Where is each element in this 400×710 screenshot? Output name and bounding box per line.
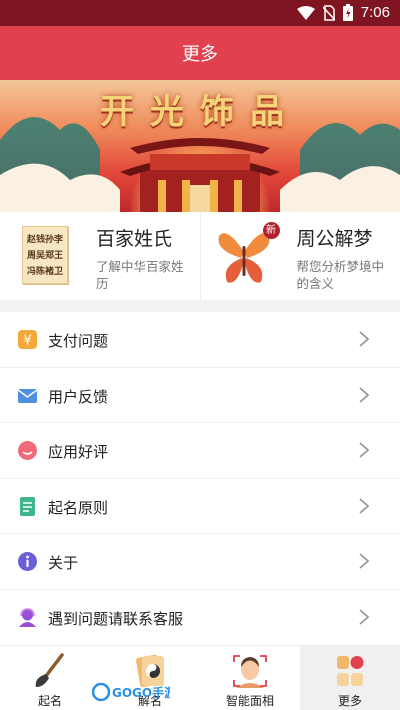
menu-label: 应用好评: [48, 443, 109, 461]
tab-naming[interactable]: 起名: [0, 646, 100, 710]
promo-banner[interactable]: 开光饰品: [0, 80, 400, 212]
card-subtitle: 了解中华百家姓历: [96, 259, 184, 291]
chevron-right-icon: [359, 553, 370, 569]
bottom-tab-bar: 起名 解名 智能面相 更多: [0, 645, 400, 710]
menu-item-feedback[interactable]: 用户反馈: [0, 368, 400, 423]
menu-label: 遇到问题请联系客服: [48, 609, 184, 628]
svg-text:¥: ¥: [23, 334, 31, 349]
chevron-right-icon: [359, 497, 370, 514]
customer-service-icon: [19, 607, 36, 627]
chevron-right-icon: [359, 331, 370, 347]
face-scan-icon: [233, 655, 267, 688]
surnames-card[interactable]: 赵钱孙李 周吴郑王 冯陈褚卫 百家姓氏 了解中华百家姓历: [0, 212, 200, 300]
clock: 7:06: [360, 4, 390, 21]
page-title: 更多: [182, 44, 218, 65]
no-sim-icon: [322, 4, 335, 21]
card-title: 百家姓氏: [96, 228, 173, 250]
menu-item-naming-principles[interactable]: 起名原则: [0, 479, 400, 534]
menu-label: 起名原则: [48, 498, 109, 517]
tab-label: 起名: [37, 694, 62, 708]
feedback-mail-icon: [17, 388, 38, 403]
surname-scroll-icon: 赵钱孙李 周吴郑王 冯陈褚卫: [22, 226, 68, 284]
status-bar: 7:06: [0, 0, 400, 26]
chevron-right-icon: [359, 608, 370, 625]
smile-icon: [18, 441, 37, 460]
battery-charging-icon: [342, 4, 353, 21]
info-icon: [18, 552, 37, 571]
new-badge: 新: [262, 222, 280, 239]
chevron-right-icon: [359, 442, 370, 458]
tab-face-reading[interactable]: 智能面相: [200, 646, 300, 710]
card-title: 周公解梦: [296, 228, 373, 250]
card-subtitle: 帮您分析梦境中的含义: [296, 259, 385, 291]
menu-item-customer-service[interactable]: 遇到问题请联系客服: [0, 590, 400, 646]
page-title-bar: 更多: [0, 26, 400, 80]
settings-menu: ¥ 支付问题 用户反馈 应用好评 起名原则 关于 遇到问题请联系客服: [0, 312, 400, 645]
menu-item-rate-app[interactable]: 应用好评: [0, 423, 400, 479]
document-icon: [20, 496, 35, 516]
payment-icon: ¥: [18, 330, 37, 349]
banner-title: 开光饰品: [100, 92, 300, 132]
brush-icon: [35, 653, 64, 687]
more-grid-icon: [337, 656, 364, 686]
menu-item-payment[interactable]: ¥ 支付问题: [0, 312, 400, 368]
chevron-right-icon: [359, 386, 370, 403]
menu-label: 关于: [48, 554, 79, 572]
feature-cards: 赵钱孙李 周吴郑王 冯陈褚卫 百家姓氏 了解中华百家姓历 新 周公解梦 帮您分析…: [0, 212, 400, 300]
wifi-icon: [296, 5, 315, 20]
menu-item-about[interactable]: 关于: [0, 534, 400, 590]
tab-more[interactable]: 更多: [300, 646, 400, 710]
menu-label: 用户反馈: [48, 387, 109, 406]
tab-label: 智能面相: [225, 694, 274, 708]
svg-text:GOGO手游网: GOGO手游网: [112, 685, 170, 700]
watermark-logo: GOGO手游网: [92, 682, 170, 702]
dream-interpretation-card[interactable]: 新 周公解梦 帮您分析梦境中的含义: [199, 212, 400, 300]
menu-label: 支付问题: [48, 332, 109, 350]
tab-label: 更多: [337, 694, 362, 708]
